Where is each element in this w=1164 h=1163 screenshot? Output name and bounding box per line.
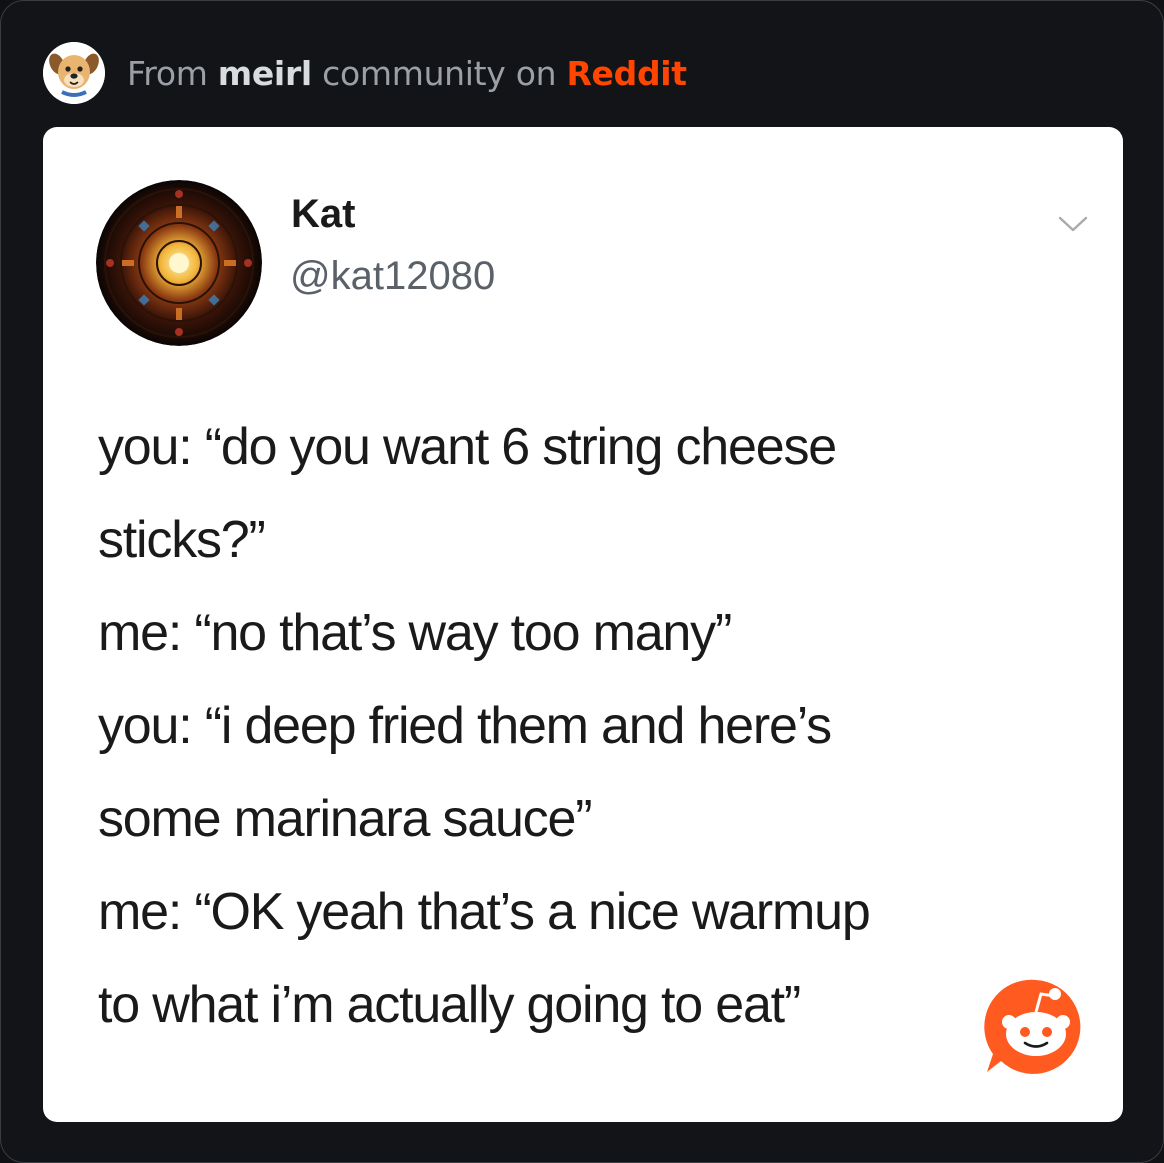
author-name: Kat (291, 192, 356, 236)
community-on-label: community on (322, 53, 557, 93)
embed-frame: From meirl community on Reddit Kat @kat1… (0, 0, 1164, 1163)
post-image-card[interactable]: Kat @kat12080 you: “do you want 6 string… (43, 127, 1123, 1122)
tweet-line: sticks?” (98, 511, 266, 569)
community-link[interactable]: meirl (218, 54, 312, 93)
tweet-line: some marinara sauce” (98, 790, 593, 848)
embed-source-text: From meirl community on Reddit (127, 54, 687, 93)
tweet-line: to what i’m actually going to eat” (98, 976, 801, 1034)
tweet-line: you: “i deep fried them and here’s (98, 697, 832, 755)
author-handle: @kat12080 (290, 254, 496, 298)
tweet-line: you: “do you want 6 string cheese (98, 418, 837, 476)
stained-glass-avatar (96, 180, 262, 346)
chevron-down-icon[interactable] (1057, 213, 1089, 235)
tweet-line: me: “no that’s way too many” (98, 604, 732, 662)
tweet-text: you: “do you want 6 string cheese sticks… (98, 401, 1098, 1052)
embed-header: From meirl community on Reddit (43, 42, 687, 104)
from-label: From (127, 53, 208, 93)
reddit-link[interactable]: Reddit (566, 54, 687, 93)
tweet-line: me: “OK yeah that’s a nice warmup (98, 883, 871, 941)
dog-mascot-icon[interactable] (43, 42, 105, 104)
reddit-snoo-icon[interactable] (981, 972, 1091, 1082)
